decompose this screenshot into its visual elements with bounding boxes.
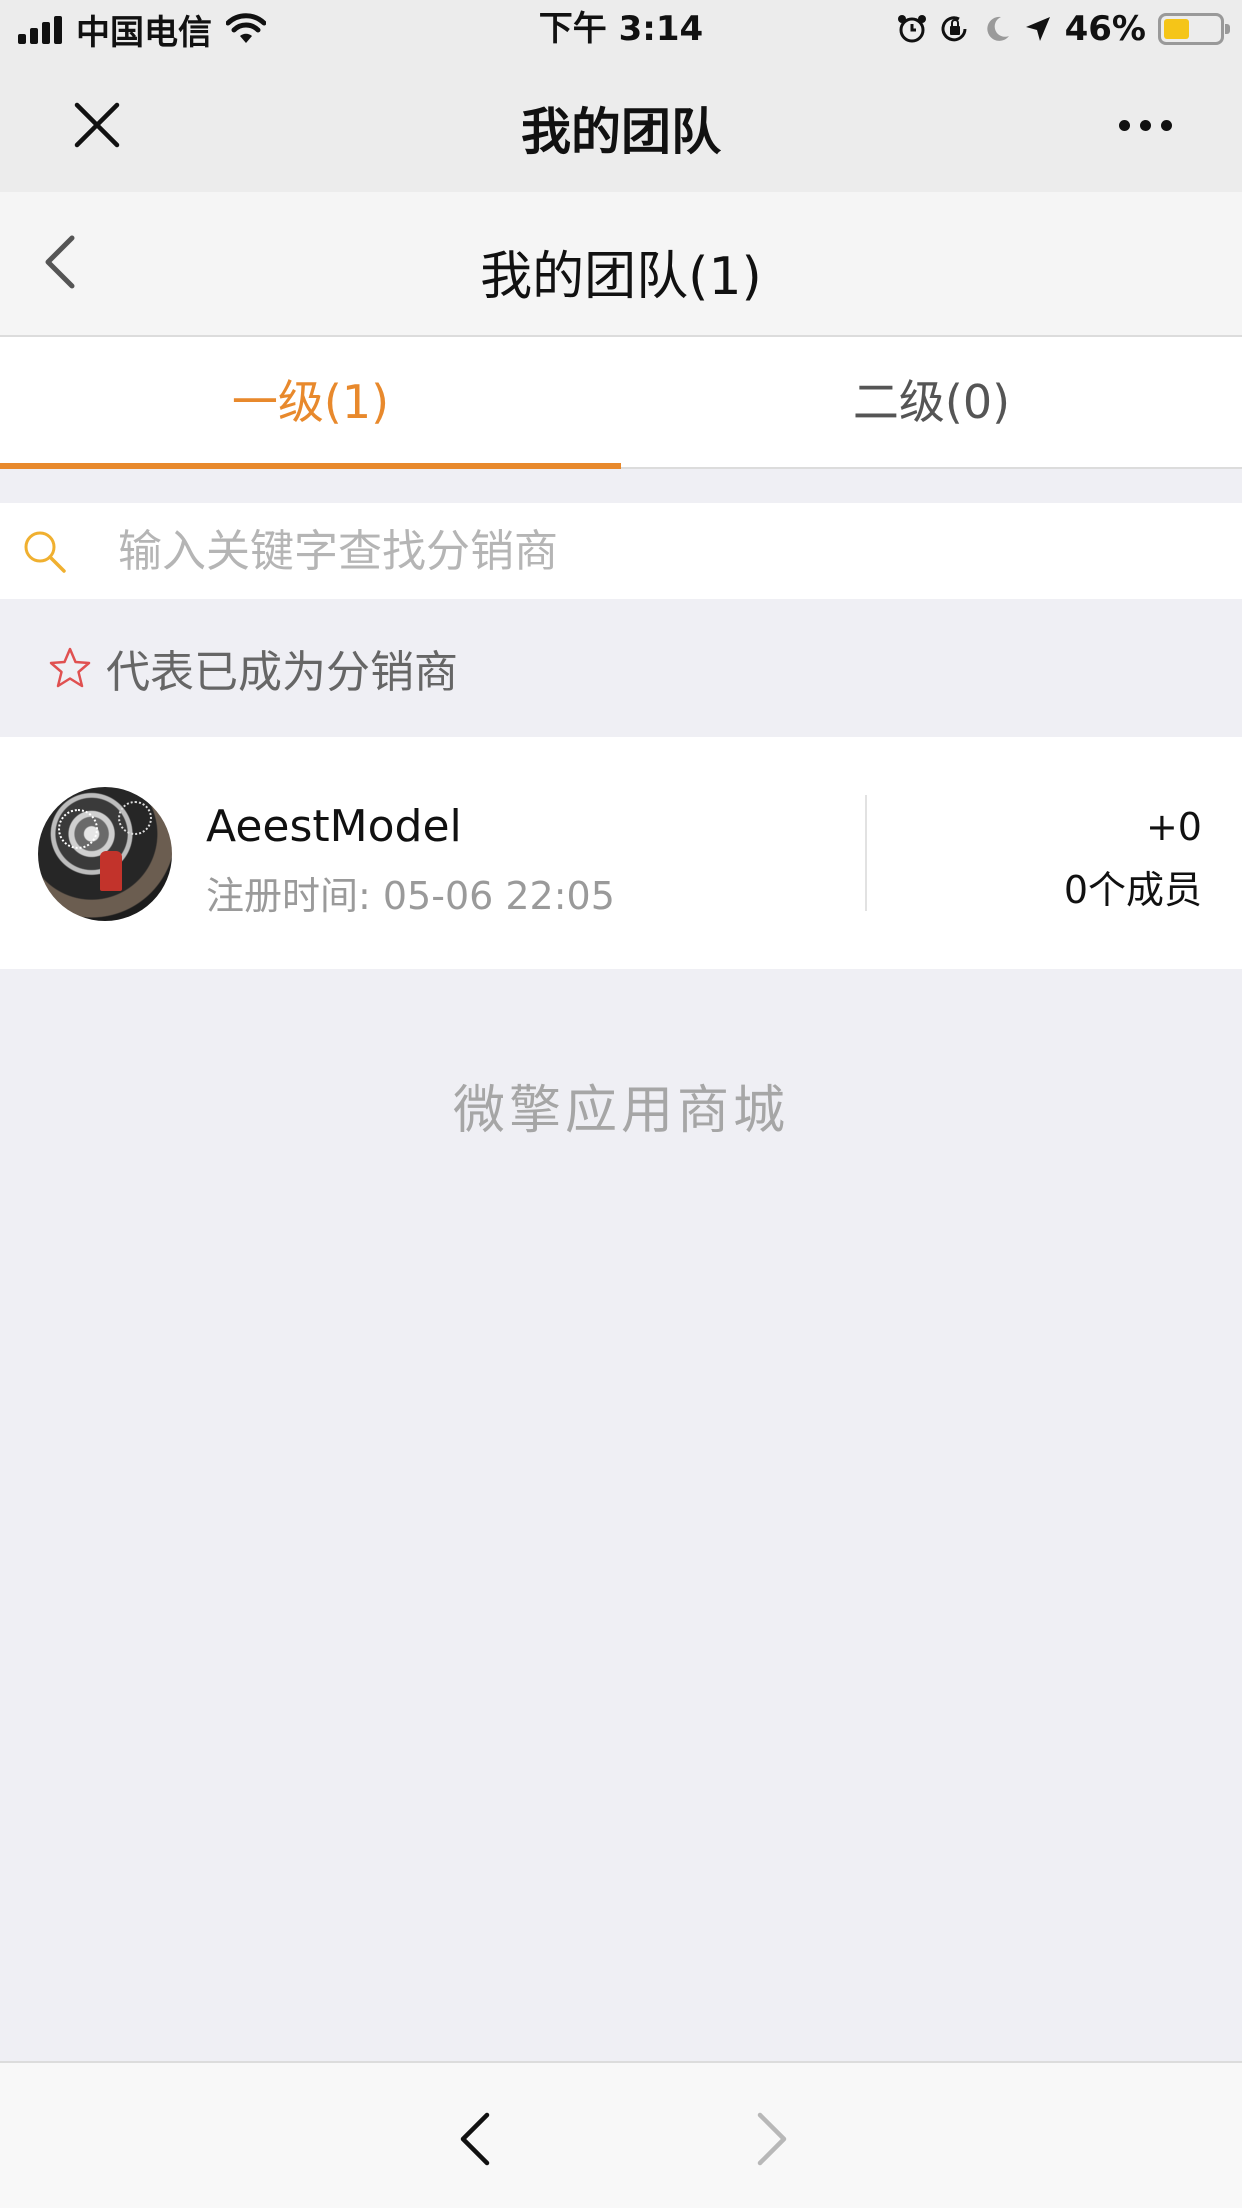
member-register-time: 注册时间: 05-06 22:05: [206, 874, 615, 918]
wechat-nav-bar: 我的团队: [0, 58, 1242, 192]
tab-level-2[interactable]: 二级(0): [621, 337, 1242, 467]
tab-level-1[interactable]: 一级(1): [0, 337, 621, 469]
chevron-left-icon[interactable]: [455, 2109, 495, 2169]
search-input[interactable]: [118, 503, 1218, 599]
status-bar-right: 46%: [897, 6, 1230, 52]
battery-percent: 46%: [1064, 9, 1146, 49]
rotation-lock-icon: [941, 16, 967, 42]
battery-level: [1164, 19, 1189, 39]
avatar: [38, 787, 172, 921]
search-bar: [0, 503, 1242, 599]
wechat-title: 我的团队: [521, 103, 721, 161]
page-header: 我的团队(1): [0, 192, 1242, 337]
more-icon[interactable]: [1119, 120, 1172, 131]
distributor-legend: 代表已成为分销商: [0, 599, 1242, 737]
alarm-icon: [897, 15, 926, 43]
location-icon: [1025, 17, 1050, 41]
member-list-item[interactable]: AeestModel 注册时间: 05-06 22:05 +0 0个成员: [0, 737, 1242, 969]
star-icon: [49, 647, 91, 688]
status-bar: 中国电信 下午 3:14 46%: [0, 0, 1242, 58]
bottom-toolbar: [0, 2061, 1242, 2208]
battery-icon: [1158, 13, 1230, 45]
legend-text: 代表已成为分销商: [106, 647, 458, 698]
moon-icon: [986, 16, 1009, 41]
search-icon: [24, 531, 66, 573]
member-name: AeestModel: [206, 801, 462, 852]
brand-footer: 微擎应用商城: [452, 1081, 789, 1141]
level-tabs: 一级(1) 二级(0): [0, 337, 1242, 469]
member-plus-count: +0: [1145, 805, 1202, 849]
page-title: 我的团队(1): [480, 247, 762, 307]
chevron-right-icon[interactable]: [752, 2109, 792, 2169]
member-team-count: 0个成员: [1063, 868, 1202, 912]
divider: [865, 795, 867, 911]
